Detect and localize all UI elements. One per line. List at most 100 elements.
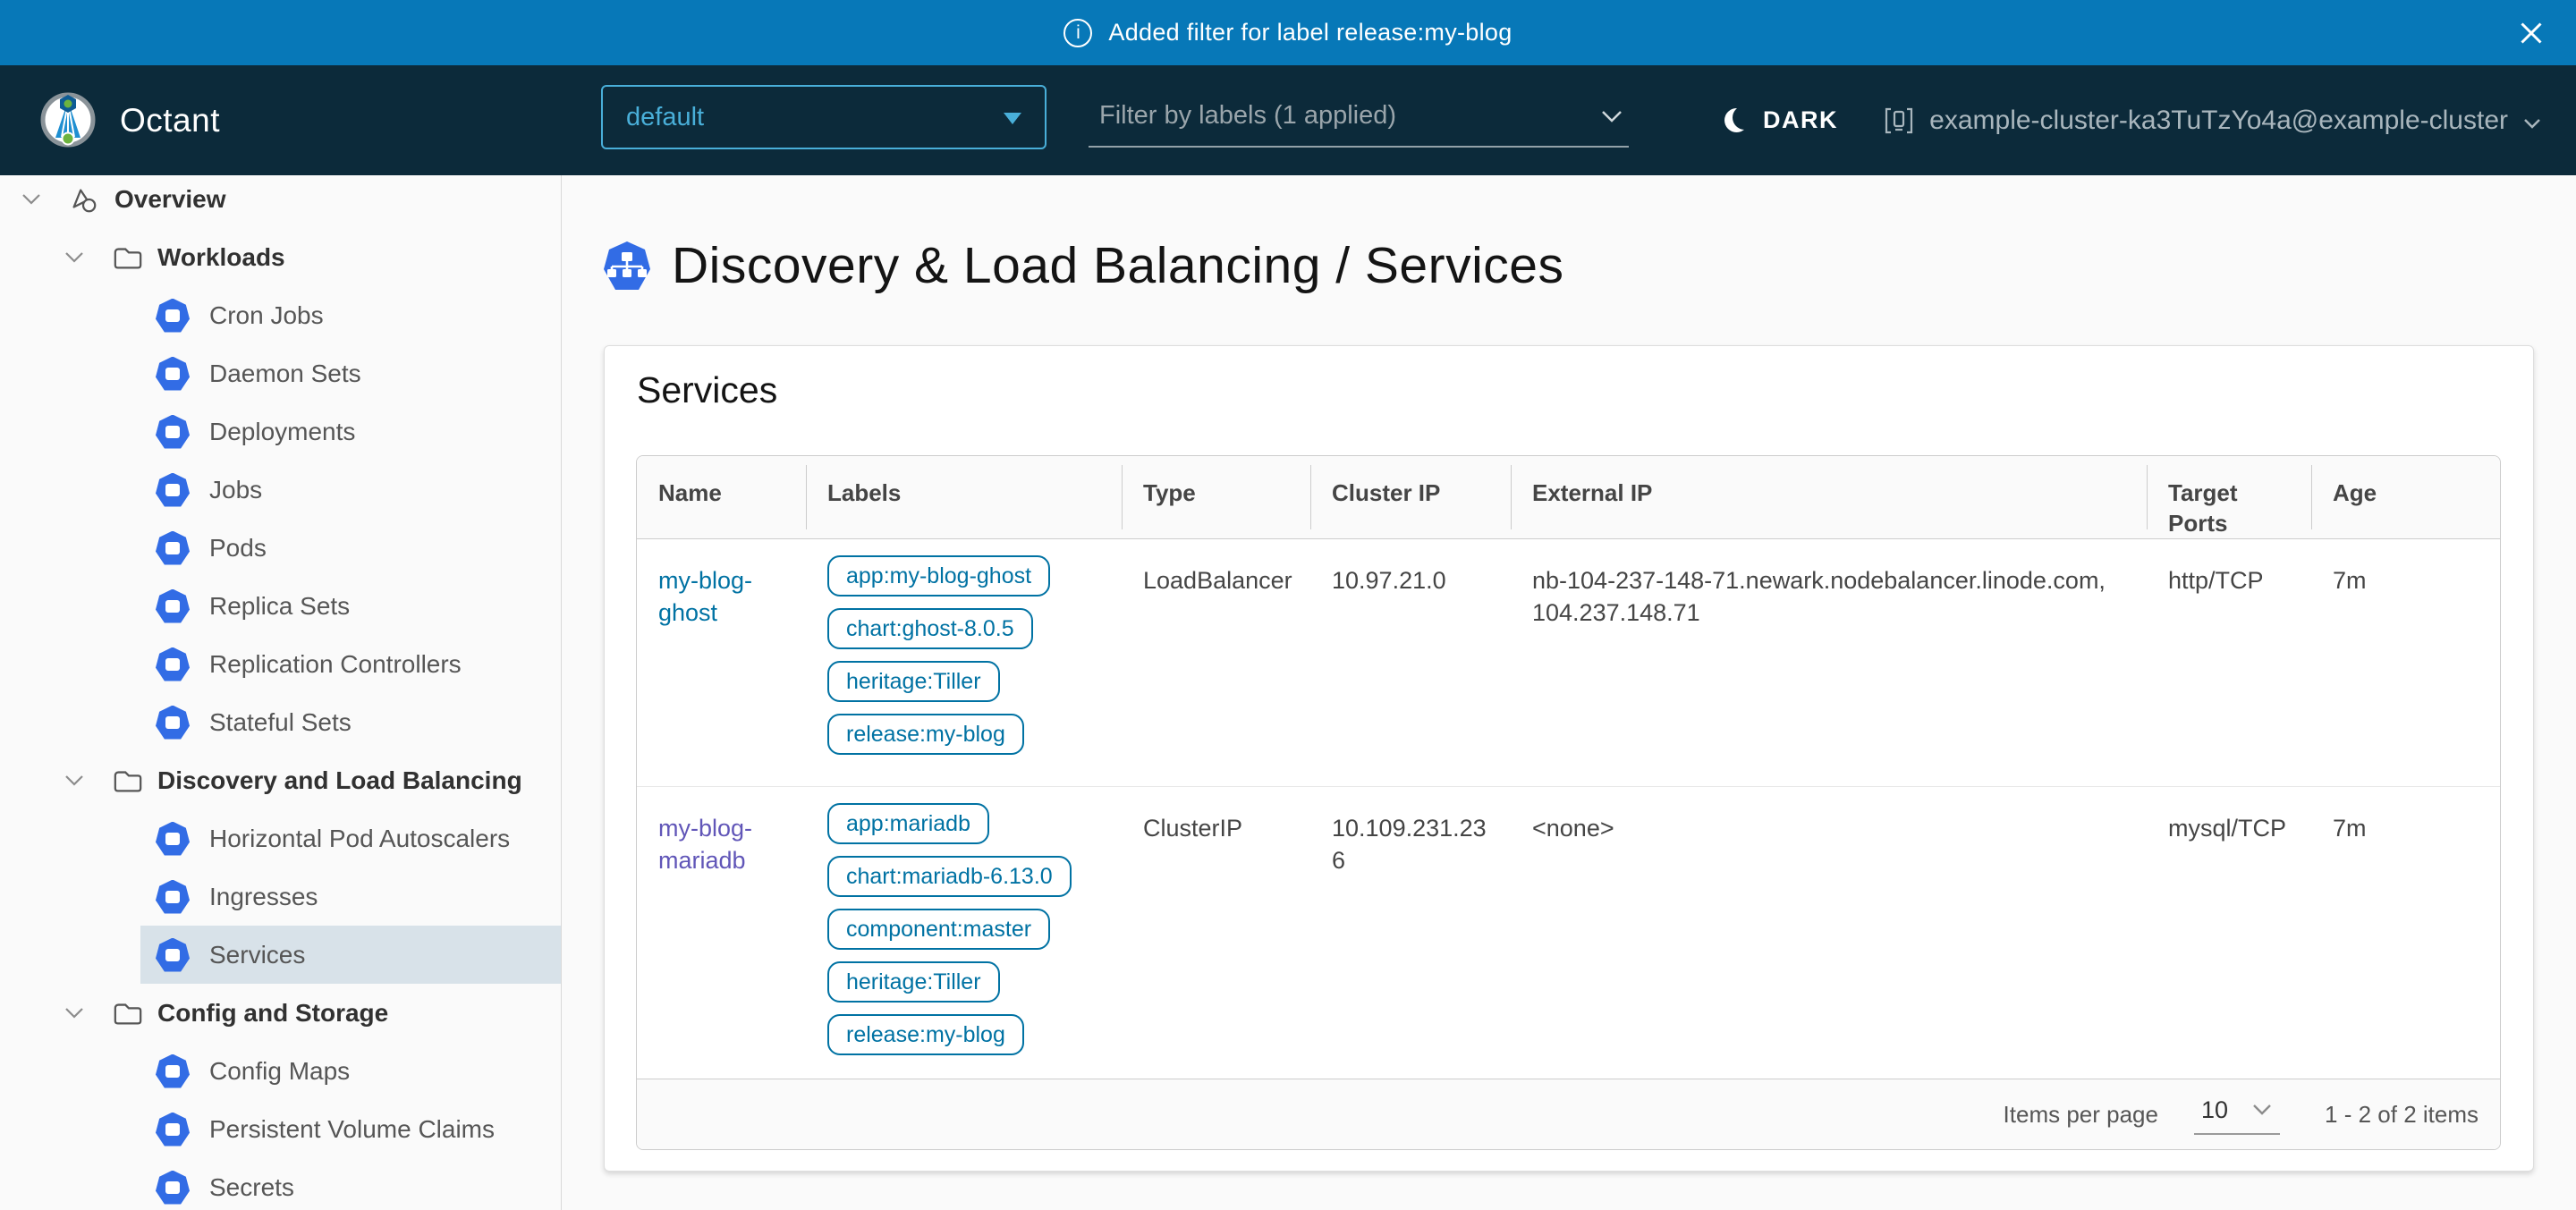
dropdown-arrow-icon	[1004, 113, 1021, 124]
app-header: Octant default Filter by labels (1 appli…	[0, 65, 2576, 175]
daemon-sets-icon	[156, 357, 190, 391]
sidebar-item-services[interactable]: Services	[140, 926, 562, 984]
page-title: Discovery & Load Balancing / Services	[672, 236, 1563, 295]
caret-down-icon[interactable]	[63, 773, 86, 789]
target-ports-cell: mysql/TCP	[2147, 787, 2311, 1079]
label-pill[interactable]: app:mariadb	[827, 803, 989, 844]
ingresses-icon	[156, 880, 190, 914]
service-name-link[interactable]: my-blog-mariadb	[658, 815, 752, 874]
persistent-volume-claims-icon	[156, 1113, 190, 1147]
namespace-select[interactable]: default	[601, 85, 1046, 149]
labels-cell: app:mariadb chart:mariadb-6.13.0 compone…	[806, 787, 1122, 1079]
stateful-sets-icon	[156, 706, 190, 740]
sidebar-group-label: Config and Storage	[157, 999, 388, 1028]
cron-jobs-icon	[156, 299, 190, 333]
age-cell: 7m	[2311, 787, 2500, 1079]
items-per-page-label: Items per page	[2004, 1101, 2158, 1129]
octant-logo	[40, 92, 96, 148]
column-header-cluster-ip: Cluster IP	[1310, 456, 1511, 538]
label-pill[interactable]: component:master	[827, 909, 1050, 950]
external-ip-cell: nb-104-237-148-71.newark.nodebalancer.li…	[1511, 539, 2147, 786]
table-header-row: Name Labels Type Cluster IP External IP …	[637, 456, 2500, 539]
label-filter-select[interactable]: Filter by labels (1 applied)	[1089, 85, 1629, 148]
sidebar-item-label: Config Maps	[209, 1057, 350, 1086]
theme-toggle[interactable]: DARK	[1724, 65, 1838, 175]
sidebar-item-pods[interactable]: Pods	[0, 519, 561, 577]
namespace-value: default	[626, 103, 704, 132]
label-pill[interactable]: heritage:Tiller	[827, 961, 1000, 1003]
sidebar-item-cron-jobs[interactable]: Cron Jobs	[0, 286, 561, 344]
sidebar-item-replication-controllers[interactable]: Replication Controllers	[0, 635, 561, 693]
close-icon	[2518, 20, 2545, 47]
sidebar-item-config-maps[interactable]: Config Maps	[0, 1042, 561, 1100]
label-pill[interactable]: chart:ghost-8.0.5	[827, 608, 1033, 649]
folder-icon	[113, 767, 143, 794]
sidebar-item-overview[interactable]: Overview	[0, 175, 561, 228]
type-cell: ClusterIP	[1122, 787, 1310, 1079]
services-card: Services Name Labels Type Cluster IP Ext…	[604, 345, 2534, 1172]
jobs-icon	[156, 473, 190, 507]
age-cell: 7m	[2311, 539, 2500, 786]
moon-icon	[1724, 108, 1749, 132]
column-header-target-ports: Target Ports	[2147, 456, 2311, 538]
horizontal-pod-autoscalers-icon	[156, 822, 190, 856]
sidebar-item-daemon-sets[interactable]: Daemon Sets	[0, 344, 561, 402]
sidebar-group-workloads[interactable]: Workloads	[0, 228, 561, 286]
sidebar-item-horizontal-pod-autoscalers[interactable]: Horizontal Pod Autoscalers	[0, 809, 561, 867]
sidebar-item-label: Replica Sets	[209, 592, 350, 621]
service-name-link[interactable]: my-blog-ghost	[658, 567, 752, 626]
name-cell: my-blog-mariadb	[637, 787, 806, 1079]
label-pill[interactable]: release:my-blog	[827, 714, 1024, 755]
target-ports-cell: http/TCP	[2147, 539, 2311, 786]
name-cell: my-blog-ghost	[637, 539, 806, 786]
sidebar-item-deployments[interactable]: Deployments	[0, 402, 561, 461]
replica-sets-icon	[156, 589, 190, 623]
services-icon	[156, 938, 190, 972]
labels-cell: app:my-blog-ghost chart:ghost-8.0.5 heri…	[806, 539, 1122, 786]
theme-label: DARK	[1763, 106, 1838, 134]
label-pill[interactable]: heritage:Tiller	[827, 661, 1000, 702]
sidebar-group-label: Workloads	[157, 243, 285, 272]
notification-banner: i Added filter for label release:my-blog	[0, 0, 2576, 65]
sidebar-item-label: Deployments	[209, 418, 355, 446]
label-pill[interactable]: release:my-blog	[827, 1014, 1024, 1055]
sidebar-group-config-and-storage[interactable]: Config and Storage	[0, 984, 561, 1042]
folder-icon	[113, 1000, 143, 1027]
sidebar-item-label: Daemon Sets	[209, 360, 361, 388]
caret-down-icon[interactable]	[63, 1005, 86, 1021]
app-title: Octant	[120, 102, 220, 140]
sidebar-item-replica-sets[interactable]: Replica Sets	[0, 577, 561, 635]
caret-down-icon[interactable]	[63, 250, 86, 266]
table-row: my-blog-mariadb app:mariadb chart:mariad…	[637, 786, 2500, 1079]
cluster-ip-cell: 10.109.231.236	[1310, 787, 1511, 1079]
type-cell: LoadBalancer	[1122, 539, 1310, 786]
pods-icon	[156, 531, 190, 565]
banner-close-button[interactable]	[2512, 13, 2551, 53]
sidebar-item-jobs[interactable]: Jobs	[0, 461, 561, 519]
replication-controllers-icon	[156, 647, 190, 681]
info-icon: i	[1063, 19, 1092, 47]
deployments-icon	[156, 415, 190, 449]
sidebar: Overview Workloads Cron Jobs Daemon Sets…	[0, 175, 562, 1210]
config-maps-icon	[156, 1054, 190, 1088]
sidebar-item-label: Horizontal Pod Autoscalers	[209, 825, 510, 853]
column-header-labels: Labels	[806, 456, 1122, 538]
cluster-context-selector[interactable]: example-cluster-ka3TuTzYo4a@example-clus…	[1883, 65, 2542, 175]
caret-down-icon[interactable]	[20, 191, 43, 207]
page-size-select[interactable]: 10	[2194, 1095, 2280, 1135]
pagination-footer: Items per page 10 1 - 2 of 2 items	[637, 1079, 2500, 1149]
sidebar-item-label: Overview	[114, 185, 226, 214]
pagination-range: 1 - 2 of 2 items	[2325, 1101, 2479, 1129]
label-pill[interactable]: chart:mariadb-6.13.0	[827, 856, 1072, 897]
sidebar-item-secrets[interactable]: Secrets	[0, 1158, 561, 1210]
sidebar-item-stateful-sets[interactable]: Stateful Sets	[0, 693, 561, 751]
label-pill[interactable]: app:my-blog-ghost	[827, 555, 1050, 597]
sidebar-item-label: Cron Jobs	[209, 301, 324, 330]
sidebar-item-ingresses[interactable]: Ingresses	[0, 867, 561, 926]
external-ip-cell: <none>	[1511, 787, 2147, 1079]
sidebar-item-label: Replication Controllers	[209, 650, 462, 679]
cluster-icon	[1883, 105, 1915, 137]
sidebar-group-discovery-and-load-balancing[interactable]: Discovery and Load Balancing	[0, 751, 561, 809]
sidebar-item-persistent-volume-claims[interactable]: Persistent Volume Claims	[0, 1100, 561, 1158]
cluster-name: example-cluster-ka3TuTzYo4a@example-clus…	[1929, 106, 2508, 136]
